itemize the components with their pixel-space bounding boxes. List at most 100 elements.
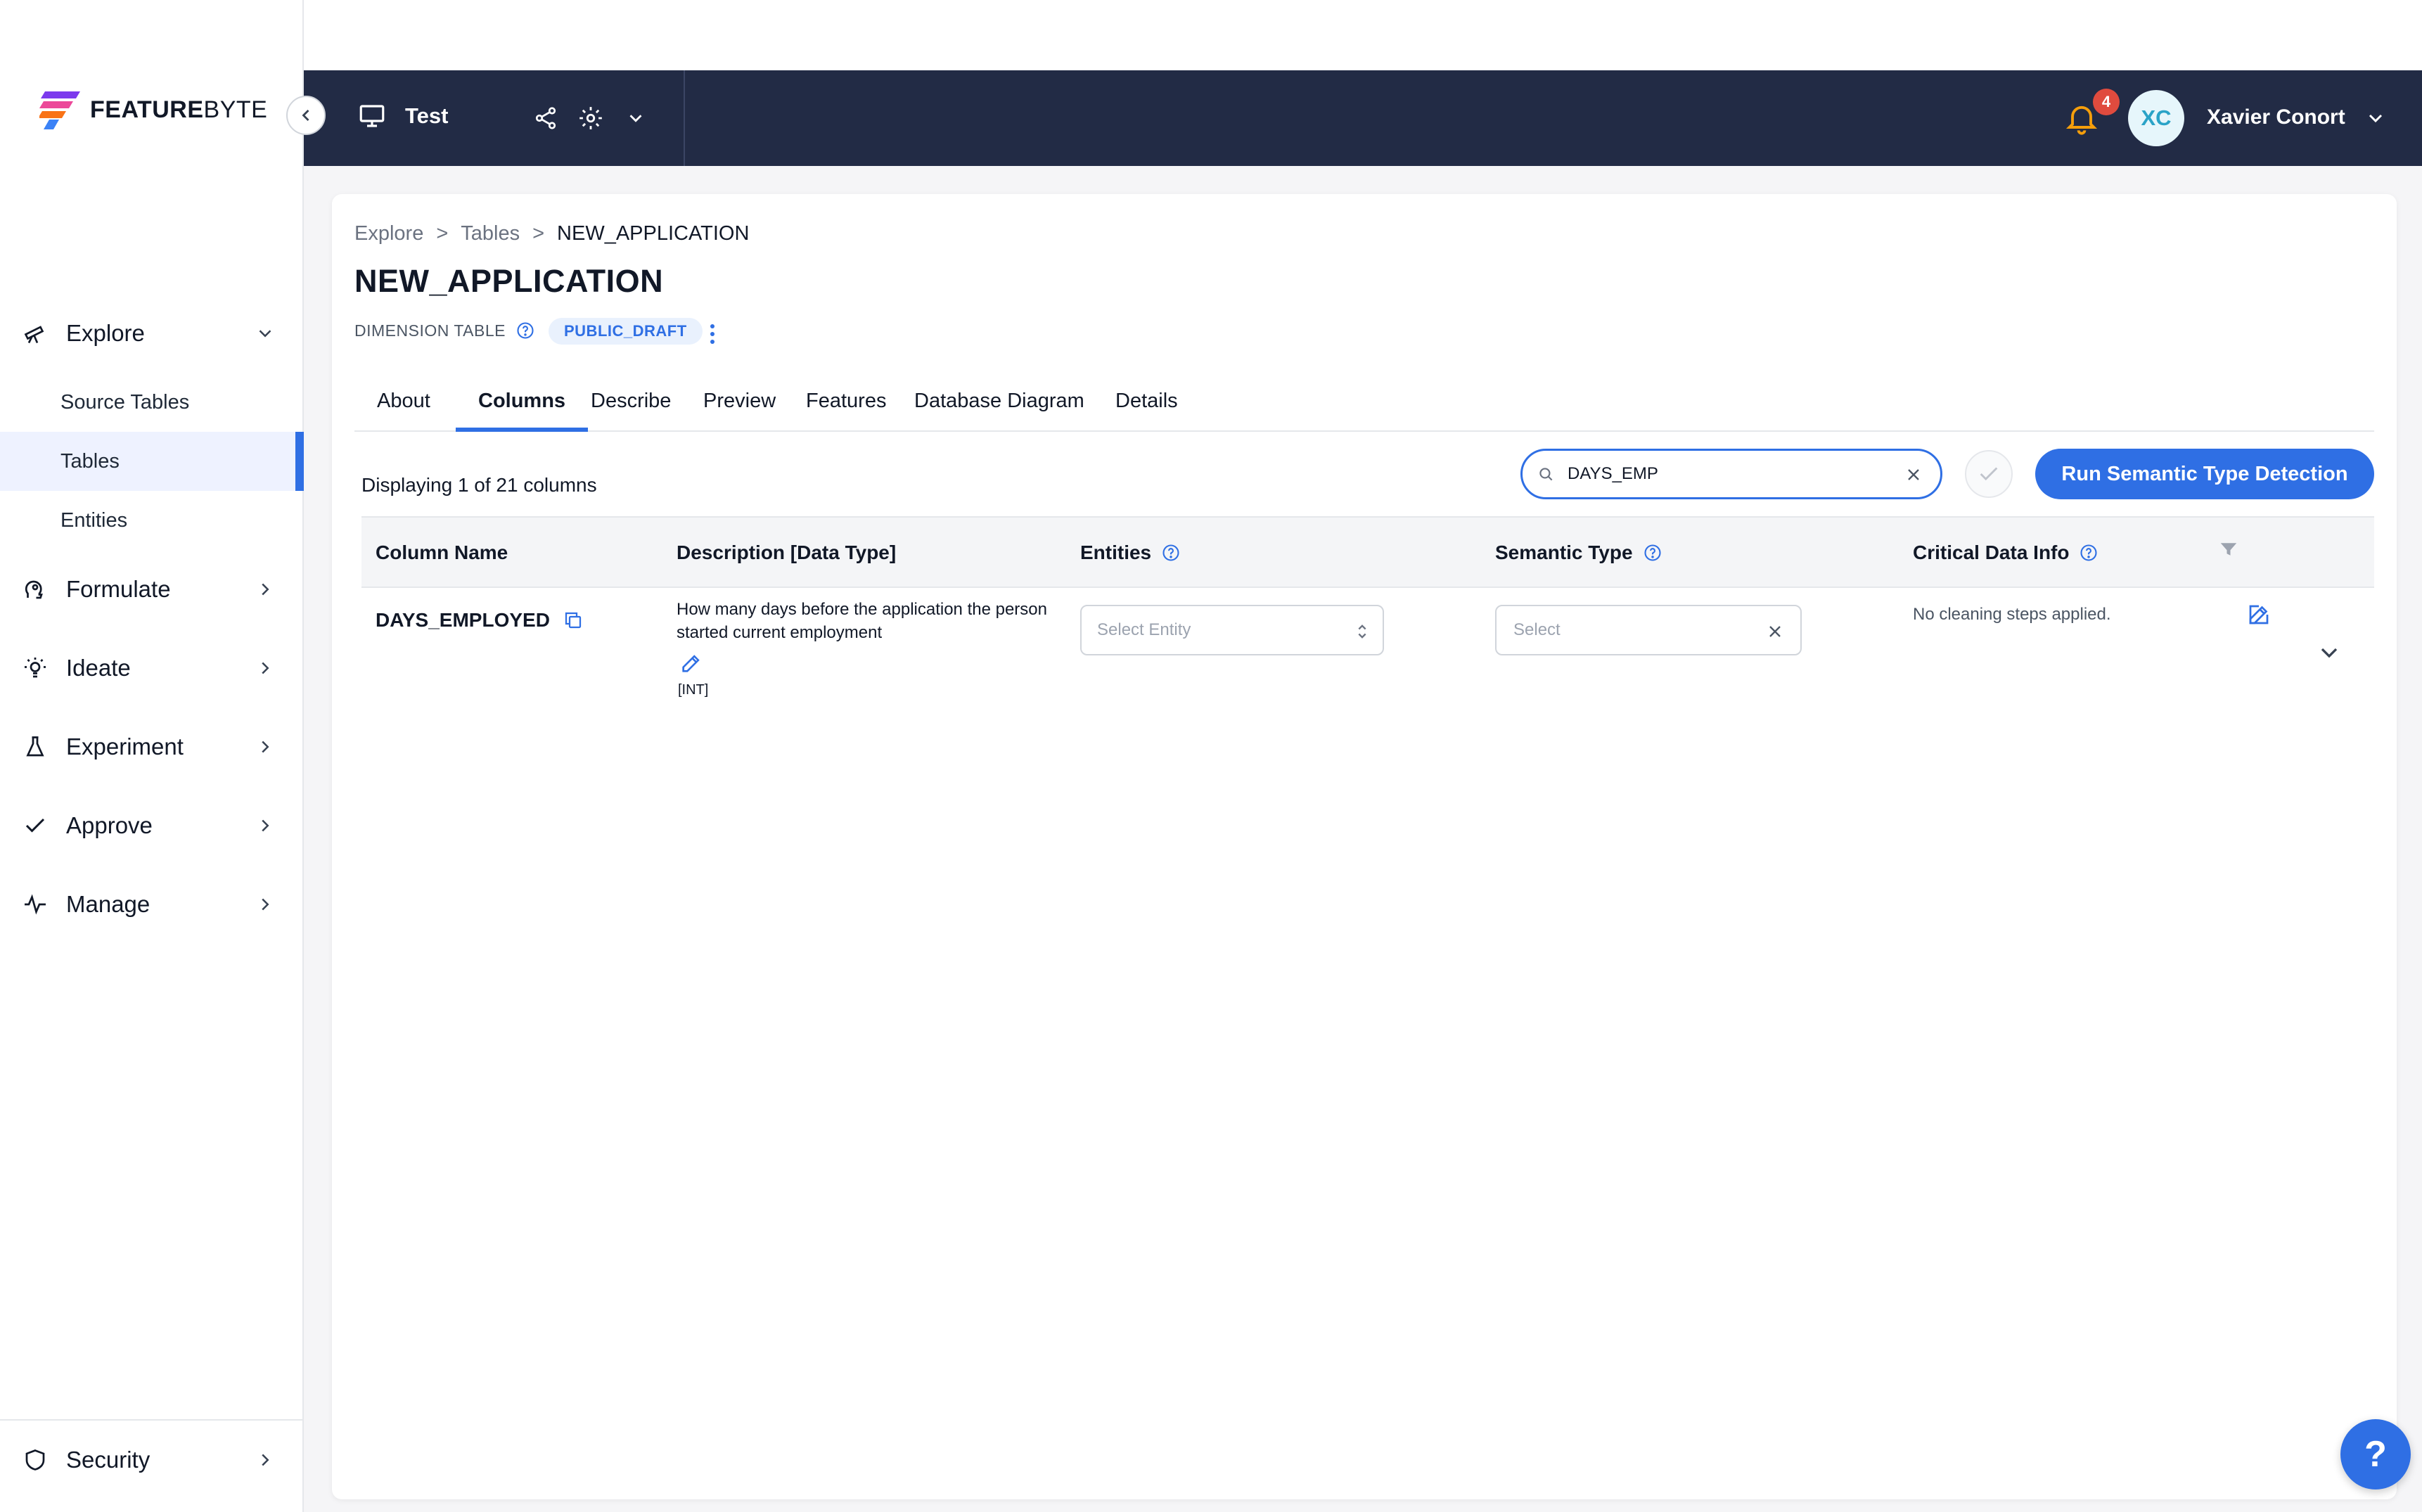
nav-approve[interactable]: Approve	[0, 796, 304, 855]
table-type: DIMENSION TABLE	[354, 321, 535, 340]
check-icon	[21, 812, 49, 840]
critical-data-info: No cleaning steps applied.	[1913, 605, 2111, 624]
breadcrumb: Explore > Tables > NEW_APPLICATION	[354, 222, 749, 245]
nav-manage-label: Manage	[66, 891, 150, 917]
search-icon	[1539, 468, 1553, 481]
nav-source-tables[interactable]: Source Tables	[0, 373, 304, 432]
help-icon[interactable]	[1643, 543, 1662, 563]
tab-describe[interactable]: Describe	[568, 387, 693, 432]
filter-icon[interactable]	[2218, 539, 2239, 560]
help-button[interactable]: ?	[2340, 1419, 2411, 1489]
nav-security[interactable]: Security	[0, 1430, 304, 1489]
flask-icon	[21, 733, 49, 761]
nav-formulate[interactable]: Formulate	[0, 560, 304, 619]
help-icon[interactable]	[515, 321, 535, 340]
page-title: NEW_APPLICATION	[354, 263, 664, 299]
chevron-down-icon[interactable]	[2364, 107, 2387, 129]
semantic-select-placeholder: Select	[1513, 620, 1561, 639]
search-input[interactable]	[1568, 464, 1877, 484]
status-badge: PUBLIC_DRAFT	[549, 318, 703, 345]
nav-experiment[interactable]: Experiment	[0, 717, 304, 776]
chevron-right-icon	[262, 819, 269, 832]
confirm-button[interactable]	[1965, 450, 2013, 498]
semantic-type-select[interactable]: Select	[1495, 605, 1802, 655]
shield-icon	[21, 1446, 49, 1474]
nav-security-label: Security	[66, 1447, 150, 1473]
workspace-menu-button[interactable]	[620, 103, 651, 134]
nav-approve-label: Approve	[66, 812, 153, 838]
chevron-down-icon[interactable]	[2315, 639, 2343, 667]
app-root: FEATUREBYTE Explore Source Tables Tables…	[0, 0, 2422, 1512]
nav-ideate[interactable]: Ideate	[0, 639, 304, 698]
chevron-left-icon	[302, 110, 309, 121]
chevron-right-icon	[262, 741, 269, 753]
check-icon	[1980, 467, 1998, 481]
nav-experiment-label: Experiment	[66, 733, 184, 760]
head-icon	[21, 575, 49, 603]
header-entities: Entities	[1080, 542, 1181, 564]
table-row: DAYS_EMPLOYED How many days before the a…	[361, 588, 2374, 715]
close-icon[interactable]	[1765, 622, 1785, 641]
chevron-right-icon	[262, 583, 269, 596]
chevron-right-icon	[262, 898, 269, 911]
workspace-selector[interactable]: Test	[357, 101, 448, 131]
breadcrumb-current: NEW_APPLICATION	[557, 222, 750, 245]
search-box[interactable]	[1520, 449, 1942, 499]
nav-formulate-label: Formulate	[66, 576, 171, 602]
topbar-separator	[684, 70, 685, 166]
collapse-sidebar-button[interactable]	[286, 96, 326, 135]
display-count: Displaying 1 of 21 columns	[361, 474, 597, 496]
edit-icon[interactable]	[679, 651, 703, 675]
tab-bar: About Columns Describe Preview Features …	[354, 377, 2374, 432]
copy-icon[interactable]	[563, 610, 584, 631]
header-semantic-type: Semantic Type	[1495, 542, 1662, 564]
share-button[interactable]	[530, 103, 561, 134]
nav-explore[interactable]: Explore	[0, 304, 304, 363]
column-name: DAYS_EMPLOYED	[376, 609, 550, 631]
monitor-icon	[359, 105, 385, 127]
help-icon[interactable]	[2079, 543, 2099, 563]
header-column-name[interactable]: Column Name	[376, 542, 508, 564]
breadcrumb-explore[interactable]: Explore	[354, 222, 423, 245]
breadcrumb-separator: >	[436, 222, 449, 245]
close-icon[interactable]	[1904, 465, 1923, 485]
workspace-name: Test	[405, 103, 449, 128]
share-icon	[535, 107, 556, 129]
avatar[interactable]: XC	[2128, 90, 2184, 146]
nav-explore-label: Explore	[66, 320, 145, 346]
nav-tables[interactable]: Tables	[0, 432, 304, 491]
table-type-label: DIMENSION TABLE	[354, 321, 506, 340]
tab-features[interactable]: Features	[783, 387, 909, 432]
breadcrumb-separator: >	[532, 222, 545, 245]
edit-icon[interactable]	[2246, 602, 2272, 627]
breadcrumb-tables[interactable]: Tables	[461, 222, 520, 245]
lightbulb-icon	[21, 654, 49, 682]
featurebyte-logo-icon	[39, 91, 80, 129]
chevron-down-icon	[629, 115, 642, 122]
settings-button[interactable]	[575, 103, 606, 134]
nav-manage[interactable]: Manage	[0, 875, 304, 934]
column-name-cell: DAYS_EMPLOYED	[376, 609, 584, 632]
logo[interactable]: FEATUREBYTE	[39, 89, 267, 131]
tab-details[interactable]: Details	[1093, 387, 1200, 432]
tab-database-diagram[interactable]: Database Diagram	[892, 387, 1107, 432]
data-type: [INT]	[678, 682, 709, 698]
chevron-down-icon	[259, 330, 271, 338]
column-description: How many days before the application the…	[677, 600, 1047, 642]
nav-entities[interactable]: Entities	[0, 491, 304, 550]
entity-select-placeholder: Select Entity	[1097, 620, 1191, 639]
user-name[interactable]: Xavier Conort	[2207, 105, 2345, 129]
help-icon[interactable]	[1161, 543, 1181, 563]
entity-select[interactable]: Select Entity	[1080, 605, 1384, 655]
gear-icon	[579, 107, 602, 129]
run-semantic-type-detection-button[interactable]: Run Semantic Type Detection	[2035, 449, 2374, 499]
chevron-right-icon	[262, 1454, 269, 1466]
tab-preview[interactable]: Preview	[681, 387, 798, 432]
header-critical-data-info: Critical Data Info	[1913, 542, 2099, 564]
notification-badge: 4	[2093, 89, 2120, 115]
nav-ideate-label: Ideate	[66, 655, 131, 681]
header-description: Description [Data Type]	[677, 542, 897, 563]
sidebar-divider	[0, 1419, 304, 1421]
tab-about[interactable]: About	[354, 387, 453, 432]
more-vertical-icon[interactable]	[705, 322, 719, 346]
